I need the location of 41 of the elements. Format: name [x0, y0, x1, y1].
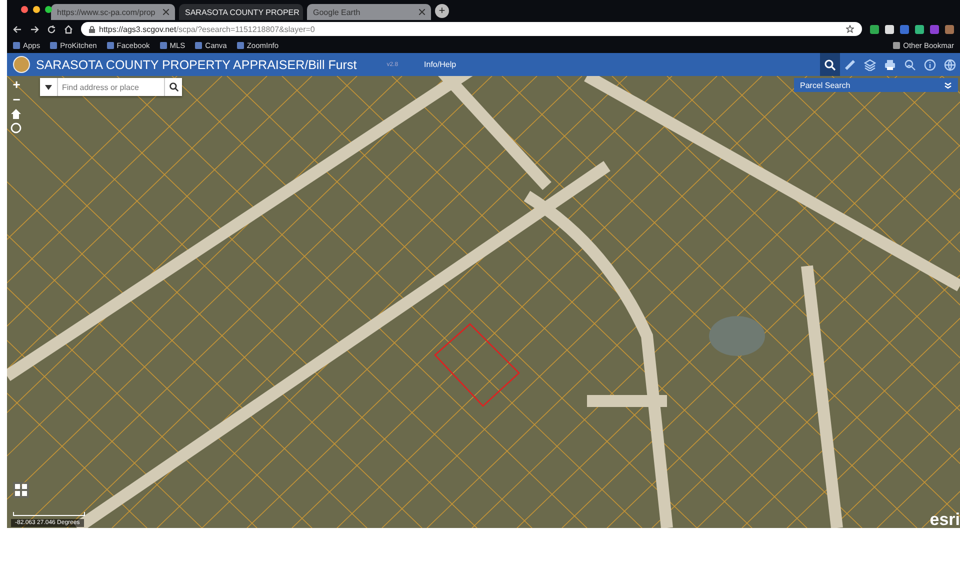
caret-icon	[45, 84, 52, 90]
printer-icon	[884, 58, 896, 70]
home-icon[interactable]	[10, 108, 22, 120]
forward-icon[interactable]	[30, 24, 39, 34]
info-icon	[924, 58, 936, 70]
county-seal-icon	[13, 56, 30, 73]
zoom-out-button[interactable]: −	[10, 93, 23, 106]
panel-title: Parcel Search	[800, 80, 850, 90]
zoom-in-button[interactable]: +	[10, 78, 23, 91]
back-icon[interactable]	[13, 24, 22, 34]
locate-icon[interactable]	[10, 122, 22, 134]
star-icon[interactable]	[846, 25, 854, 33]
ruler-icon	[844, 58, 856, 70]
globe-icon	[944, 58, 956, 70]
chevron-icon	[944, 82, 952, 88]
search-icon	[824, 58, 836, 70]
close-window-icon[interactable]	[21, 6, 28, 13]
reload-icon[interactable]	[47, 24, 56, 34]
attribution-logo: esri	[930, 511, 960, 528]
new-tab-button[interactable]: +	[435, 4, 449, 18]
maximize-window-icon[interactable]	[45, 6, 52, 13]
search-icon	[168, 82, 178, 92]
minimize-window-icon[interactable]	[33, 6, 40, 13]
info-help-link[interactable]: Info/Help	[424, 60, 456, 69]
magnifier-person-icon	[904, 58, 916, 70]
toolbar-button[interactable]	[820, 53, 840, 76]
app-title: SARASOTA COUNTY PROPERTY APPRAISER/Bill Furst	[36, 58, 357, 72]
layers-icon	[864, 58, 876, 70]
browser-tab[interactable]: SARASOTA COUNTY PROPER	[179, 4, 303, 20]
lock-icon	[89, 26, 95, 32]
parcel-search-panel[interactable]: Parcel Search	[794, 78, 958, 92]
close-tab-icon[interactable]	[419, 9, 425, 15]
map-search-field[interactable]: Find address or place	[40, 78, 182, 96]
address-field[interactable]: https://ags3.scgov.net/scpa/?esearch=1151218807&slayer=0	[81, 22, 862, 36]
close-tab-icon[interactable]	[163, 9, 169, 15]
browser-tab[interactable]: Google Earth	[307, 4, 431, 20]
browser-tab[interactable]: https://www.sc-pa.com/prop	[51, 4, 175, 20]
basemap-toggle-button[interactable]	[13, 482, 29, 498]
scale-bar	[13, 512, 85, 516]
home-icon[interactable]	[64, 24, 73, 34]
grid-icon	[15, 484, 27, 496]
